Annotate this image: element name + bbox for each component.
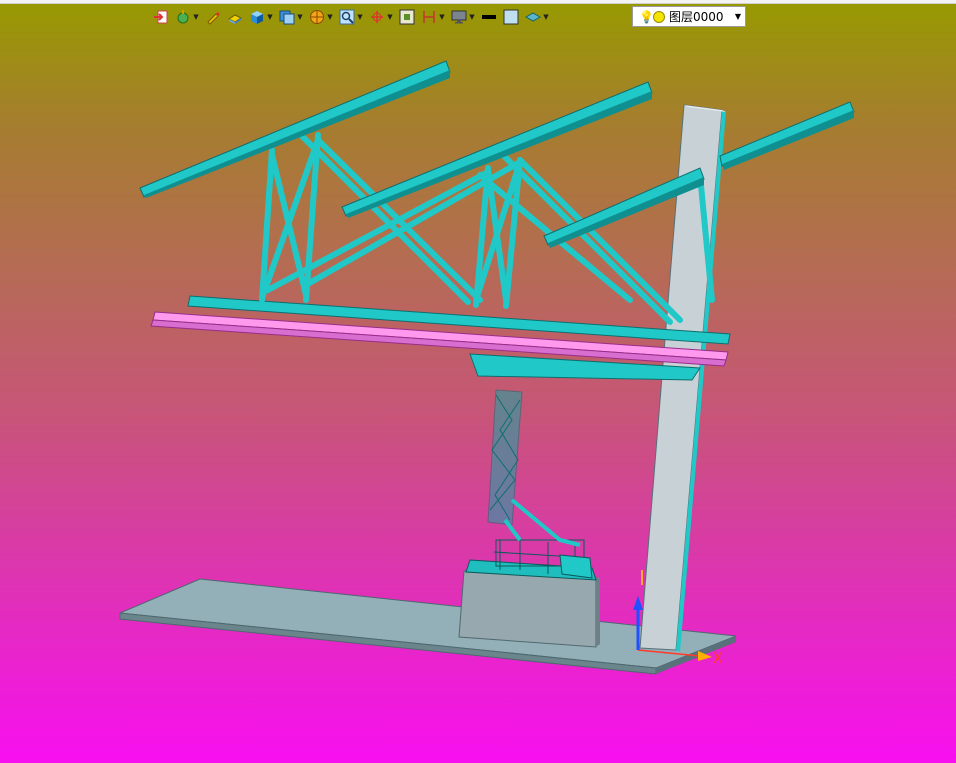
lower-rails [150, 295, 731, 381]
x-axis-label: X [713, 651, 723, 667]
cad-viewport[interactable]: ▼ ▼ ▼ ▼ ▼ ▼ ▼ ▼ ▼ 💡 图层0000 ▼ X [0, 0, 956, 763]
lattice-column [487, 389, 581, 547]
model-canvas[interactable]: X [0, 0, 956, 763]
pedestal-block [458, 570, 600, 648]
